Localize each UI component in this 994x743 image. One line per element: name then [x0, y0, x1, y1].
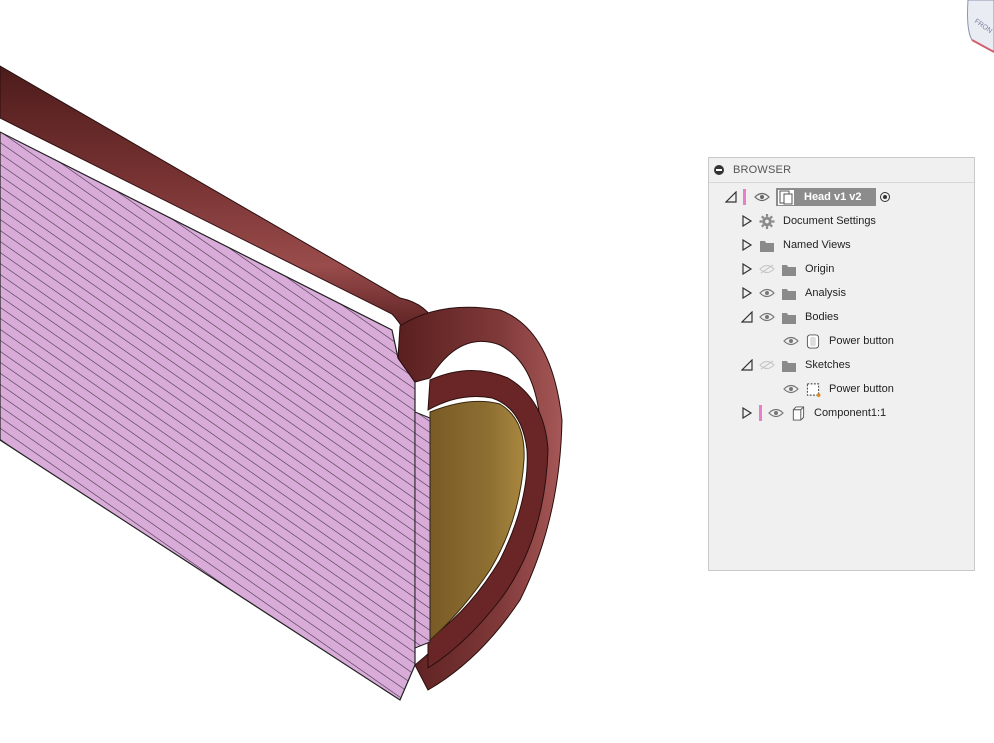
collapsed-arrow-icon[interactable] [741, 287, 753, 299]
expanded-arrow-icon[interactable] [741, 359, 753, 371]
eye-icon[interactable] [783, 336, 799, 346]
eye-icon[interactable] [768, 408, 784, 418]
browser-title: BROWSER [733, 164, 792, 176]
tree-label: Document Settings [783, 215, 876, 227]
tree-row-sketches[interactable]: Sketches [741, 354, 850, 376]
tree-row-bodies[interactable]: Bodies [741, 306, 839, 328]
eye-icon[interactable] [759, 312, 775, 322]
folder-icon [782, 360, 796, 372]
collapsed-arrow-icon[interactable] [741, 215, 753, 227]
eye-icon[interactable] [759, 288, 775, 298]
tree-row-component[interactable]: Component1:1 [741, 402, 886, 424]
tree-row-body-power-button[interactable]: Power button [783, 330, 894, 352]
folder-icon [782, 288, 796, 300]
browser-panel: BROWSER Head v1 v2 Document Settings Nam… [708, 157, 975, 571]
eye-icon[interactable] [754, 192, 770, 202]
folder-icon [760, 240, 774, 252]
body-icon [806, 333, 820, 349]
expanded-arrow-icon[interactable] [725, 191, 737, 203]
tree-label: Power button [829, 335, 894, 347]
expanded-arrow-icon[interactable] [741, 311, 753, 323]
view-cube[interactable]: FRON [954, 0, 994, 56]
tree-label: Sketches [805, 359, 851, 371]
tree-label: Component1:1 [814, 407, 887, 419]
folder-icon [782, 264, 796, 276]
tree-label: Power button [829, 383, 894, 395]
tree-label: Bodies [805, 311, 839, 323]
eye-icon[interactable] [783, 384, 799, 394]
tree-row-origin[interactable]: Origin [741, 258, 834, 280]
root-node[interactable]: Head v1 v2 [776, 188, 877, 206]
sketch-icon [806, 382, 821, 397]
tree-row-named-views[interactable]: Named Views [741, 234, 851, 256]
folder-icon [782, 312, 796, 324]
tree-label: Analysis [805, 287, 846, 299]
root-label: Head v1 v2 [798, 188, 872, 206]
component-accent [759, 405, 762, 421]
collapsed-arrow-icon[interactable] [741, 263, 753, 275]
tree-row-sketch-power-button[interactable]: Power button [783, 378, 894, 400]
section-strip [414, 411, 431, 649]
collapsed-arrow-icon[interactable] [741, 239, 753, 251]
tree-row-document-settings[interactable]: Document Settings [741, 210, 876, 232]
browser-header: BROWSER [709, 158, 974, 183]
tree-row-analysis[interactable]: Analysis [741, 282, 846, 304]
tree-row-root[interactable]: Head v1 v2 [725, 186, 891, 208]
component-icon [792, 405, 805, 421]
activate-radio[interactable] [880, 192, 891, 202]
tree-label: Named Views [783, 239, 851, 251]
eye-hidden-icon[interactable] [759, 360, 775, 370]
browser-collapse-button[interactable] [714, 165, 724, 175]
gear-icon [759, 213, 775, 229]
eye-hidden-icon[interactable] [759, 264, 775, 274]
collapsed-arrow-icon[interactable] [741, 407, 753, 419]
root-accent [743, 189, 746, 205]
document-icon [778, 189, 794, 205]
tree-label: Origin [805, 263, 835, 275]
